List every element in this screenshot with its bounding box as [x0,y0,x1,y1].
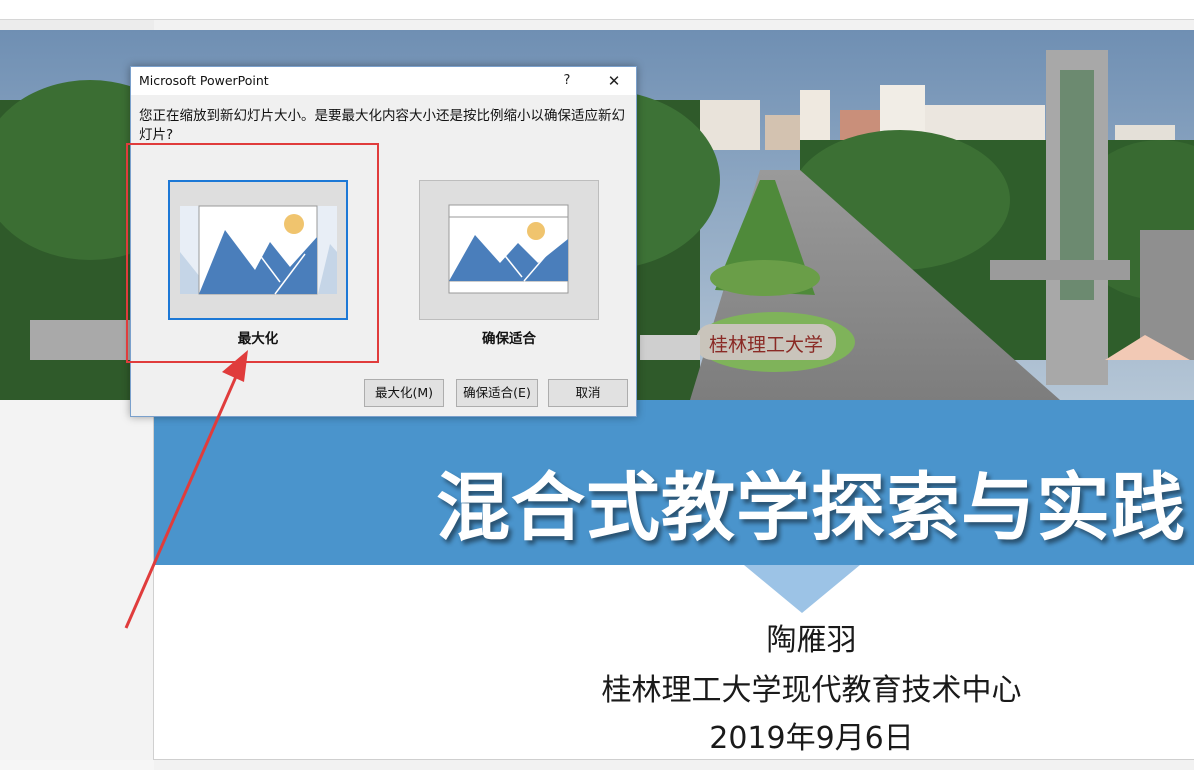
cancel-button[interactable]: 取消 [548,379,628,407]
annotation-highlight-box [126,143,379,363]
author-name: 陶雁羽 [766,623,857,658]
maximize-button[interactable]: 最大化(M) [364,379,444,407]
help-button[interactable]: ? [556,70,578,92]
title-pointer-triangle [744,565,860,613]
ensure-fit-button[interactable]: 确保适合(E) [456,379,538,407]
ensure-fit-illustration-icon [448,204,569,294]
top-strip [0,0,1194,20]
organization-name: 桂林理工大学现代教育技术中心 [601,673,1022,708]
dialog-message: 您正在缩放到新幻灯片大小。是要最大化内容大小还是按比例缩小以确保适应新幻灯片? [139,108,625,143]
slide-title: 混合式教学探索与实践 [436,465,1186,551]
close-icon: ✕ [607,72,621,90]
option-ensure-fit-card[interactable] [419,180,599,320]
title-band: 混合式教学探索与实践 [154,400,1194,613]
presentation-date: 2019年9月6日 [709,721,914,756]
dialog-title: Microsoft PowerPoint [139,73,269,88]
slide-left-margin [0,400,154,760]
stone-inscription: 桂林理工大学 [708,334,823,356]
help-icon: ? [563,73,571,88]
dialog-titlebar[interactable]: Microsoft PowerPoint ? ✕ [131,67,636,95]
option-ensure-fit-label: 确保适合 [482,331,536,347]
close-button[interactable]: ✕ [601,70,627,92]
